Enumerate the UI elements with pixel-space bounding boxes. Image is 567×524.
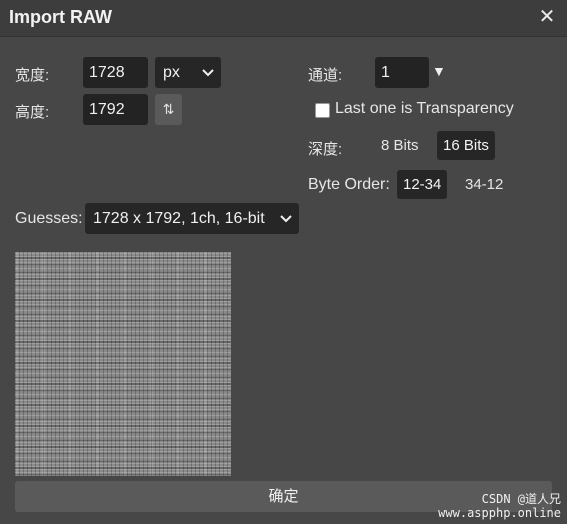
height-label: 高度: [15,104,50,121]
depth-option-16bit[interactable]: 16 Bits [437,131,495,160]
height-input[interactable]: 1792 [83,94,148,125]
dialog-title: Import RAW [9,7,112,27]
guesses-label: Guesses: [15,210,83,227]
watermark-line2: www.aspphp.online [438,506,561,520]
byte-order-option-34-12[interactable]: 34-12 [459,170,509,199]
raw-image-preview [15,252,231,476]
transparency-checkbox[interactable] [315,103,330,118]
channels-input[interactable]: 1 [375,57,429,88]
depth-label: 深度: [308,141,343,158]
channels-label: 通道: [308,67,343,84]
swap-vertical-icon: ⇅ [162,101,175,117]
close-icon[interactable]: ✕ [537,6,557,28]
byte-order-label: Byte Order: [308,176,390,193]
chevron-down-icon [202,69,214,77]
width-input[interactable]: 1728 [83,57,148,88]
guesses-select[interactable]: 1728 x 1792, 1ch, 16-bit [85,203,299,234]
unit-select-value: px [163,64,180,81]
guesses-select-value: 1728 x 1792, 1ch, 16-bit [93,210,265,227]
unit-select[interactable]: px [155,57,221,88]
watermark: CSDN @道人兄 www.aspphp.online [438,492,561,520]
watermark-line1: CSDN @道人兄 [481,492,561,506]
channels-dropdown-icon[interactable]: ▼ [432,63,446,79]
width-label: 宽度: [15,67,50,84]
byte-order-option-12-34[interactable]: 12-34 [397,170,448,199]
title-bar: Import RAW ✕ [0,0,567,37]
transparency-label: Last one is Transparency [335,100,514,117]
chevron-down-icon [280,215,292,223]
depth-option-8bit[interactable]: 8 Bits [375,131,425,160]
swap-dimensions-button[interactable]: ⇅ [155,94,182,125]
